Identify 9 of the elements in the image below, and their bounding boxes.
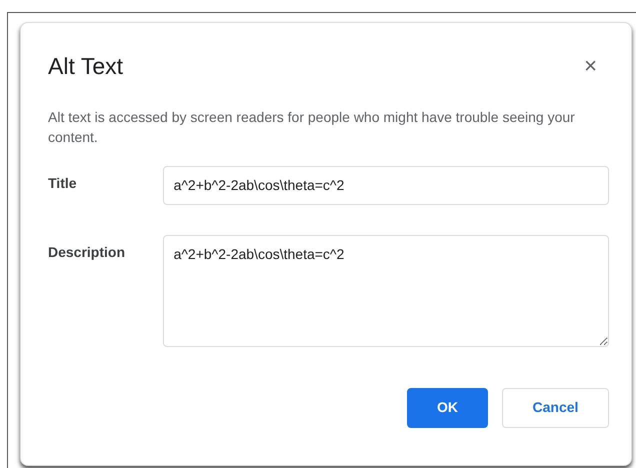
field-label: Title [48, 174, 78, 192]
description-field[interactable]: a^2+b^2-2ab\cos\theta=c^2 [162, 234, 609, 346]
field-label: Description [48, 242, 126, 262]
dialog-title: Alt Text [48, 52, 123, 81]
cancel-button[interactable]: Cancel [502, 388, 609, 428]
title-field[interactable]: a^2+b^2-2ab\cos\theta=c^2 [162, 166, 609, 204]
dialog-description: Alt text is accessed by screen readers for people who might have trouble seeing your content. [48, 108, 576, 146]
close-button[interactable]: × [584, 55, 597, 78]
ok-button[interactable]: OK [407, 388, 488, 428]
